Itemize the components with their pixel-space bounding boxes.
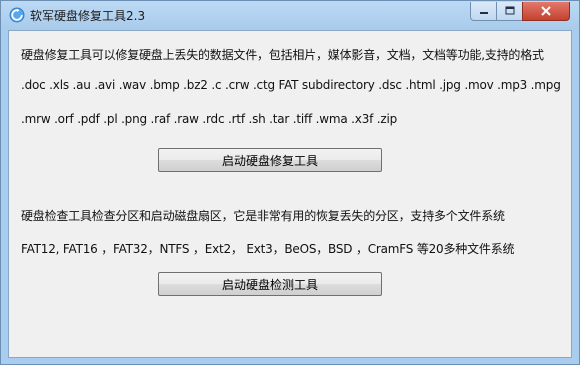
app-refresh-icon: [9, 7, 25, 23]
start-repair-tool-button[interactable]: 启动硬盘修复工具: [158, 148, 382, 172]
title-bar[interactable]: 软军硬盘修复工具2.3: [1, 1, 579, 30]
supported-filesystems: FAT12, FAT16 ，FAT32，NTFS ，Ext2， Ext3，BeO…: [21, 242, 515, 256]
app-window: 软军硬盘修复工具2.3 硬盘修复工具可以修复硬盘上丢失的数据文件，包括相片，媒体…: [0, 0, 580, 365]
close-icon: [541, 6, 551, 16]
maximize-button[interactable]: [496, 2, 523, 21]
supported-formats-line-2: .mrw .orf .pdf .pl .png .raf .raw .rdc .…: [21, 112, 398, 126]
window-title: 软军硬盘修复工具2.3: [30, 9, 146, 23]
repair-description: 硬盘修复工具可以修复硬盘上丢失的数据文件，包括相片，媒体影音，文档，文档等功能,…: [21, 48, 544, 62]
start-check-tool-button[interactable]: 启动硬盘检测工具: [158, 272, 382, 296]
maximize-icon: [505, 6, 514, 15]
minimize-button[interactable]: [470, 2, 497, 21]
main-panel: 硬盘修复工具可以修复硬盘上丢失的数据文件，包括相片，媒体影音，文档，文档等功能,…: [8, 30, 572, 358]
minimize-icon: [479, 12, 488, 14]
close-button[interactable]: [522, 2, 570, 21]
check-description: 硬盘检查工具检查分区和启动磁盘扇区，它是非常有用的恢复丢失的分区，支持多个文件系…: [21, 209, 505, 223]
supported-formats-line-1: .doc .xls .au .avi .wav .bmp .bz2 .c .cr…: [21, 78, 561, 92]
